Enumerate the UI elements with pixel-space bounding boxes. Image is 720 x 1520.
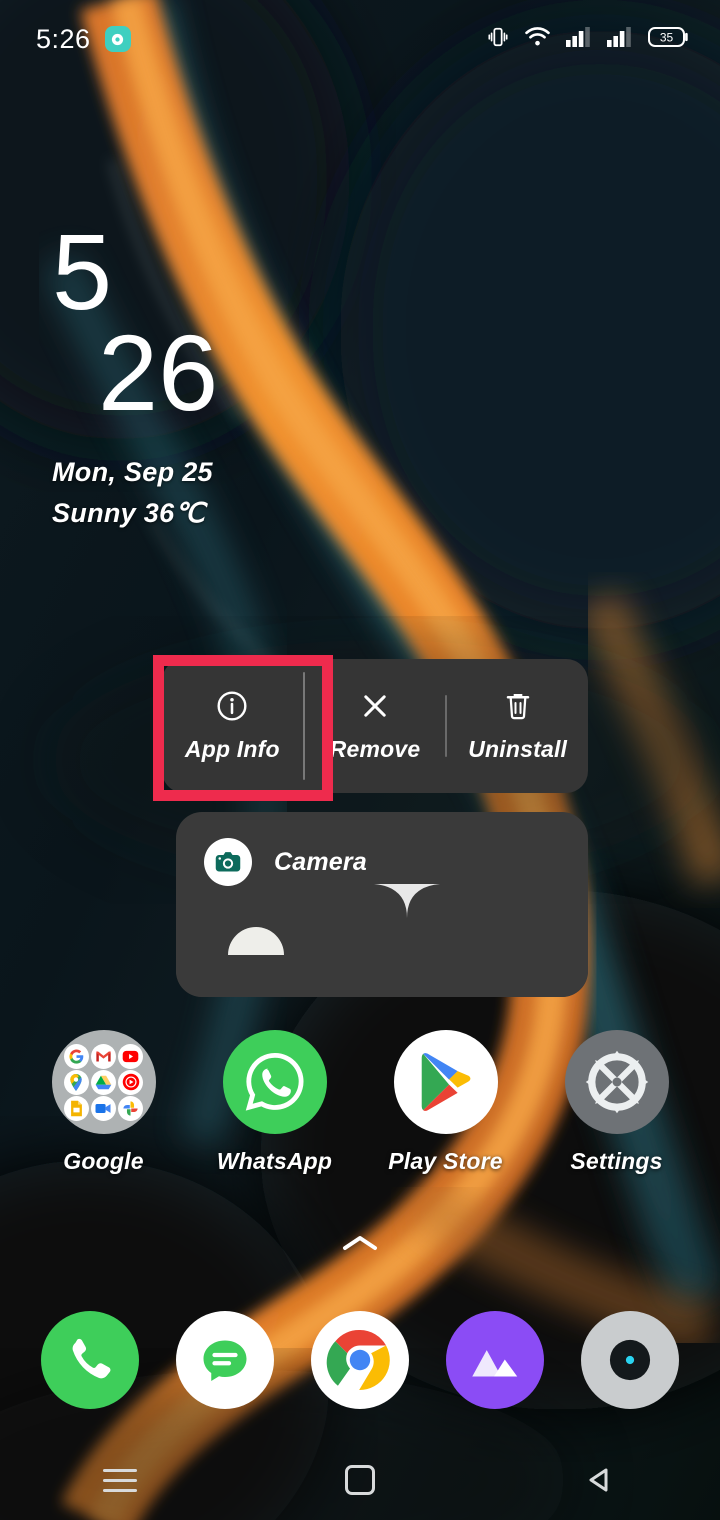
- navigation-bar: [0, 1440, 720, 1520]
- context-menu-bar: App Info Remove Uninstall: [162, 659, 588, 793]
- mini-icon-meet: [90, 1095, 116, 1121]
- dock-bar: [0, 1310, 720, 1410]
- popup-sheet-tail: [176, 955, 588, 997]
- camera-icon: [204, 838, 252, 886]
- app-icon-whatsapp[interactable]: WhatsApp: [200, 1030, 350, 1175]
- info-circle-icon: [215, 689, 249, 723]
- app-icon-play-store[interactable]: Play Store: [371, 1030, 521, 1175]
- app-icon-settings[interactable]: Settings: [542, 1030, 692, 1175]
- status-bar-clock: 5:26: [36, 23, 91, 54]
- app-label-settings: Settings: [570, 1148, 663, 1174]
- trash-icon: [503, 689, 533, 723]
- signal-sim2-icon: [607, 26, 633, 53]
- mini-icon-drive: [90, 1069, 116, 1095]
- triangle-back-icon[interactable]: [555, 1450, 645, 1510]
- phone-icon[interactable]: [40, 1311, 139, 1409]
- camera-popup-label: Camera: [274, 847, 367, 876]
- clock-widget[interactable]: 5 26 Mon, Sep 25 Sunny 36℃: [52, 211, 219, 529]
- clock-date: Mon, Sep 25: [52, 456, 213, 487]
- mini-icon-slides: [63, 1095, 89, 1121]
- svg-text:35: 35: [660, 30, 674, 44]
- location-icon: [104, 26, 131, 52]
- camera-lens-icon[interactable]: [581, 1311, 680, 1409]
- close-x-icon: [358, 689, 392, 723]
- app-label-play-store: Play Store: [388, 1148, 503, 1174]
- app-label-whatsapp: WhatsApp: [216, 1148, 333, 1174]
- status-bar-left: 5:26: [36, 24, 131, 55]
- mini-icon-maps: [63, 1069, 89, 1095]
- settings-gear-icon: [564, 1030, 669, 1134]
- wifi-icon: [524, 26, 551, 53]
- signal-sim1-icon: [566, 26, 592, 53]
- app-info-label: App Info: [184, 736, 280, 762]
- messages-icon[interactable]: [175, 1311, 274, 1409]
- status-bar-right: 35: [487, 25, 690, 54]
- status-bar: 5:26 35: [0, 0, 720, 78]
- app-label-google: Google: [63, 1148, 144, 1174]
- chevron-up-icon[interactable]: [341, 1233, 379, 1258]
- mini-icon-yt-music: [118, 1069, 144, 1095]
- google-folder-icon: [51, 1030, 156, 1134]
- uninstall-button[interactable]: Uninstall: [447, 659, 588, 793]
- battery-icon: 35: [648, 25, 690, 54]
- chrome-icon[interactable]: [310, 1311, 409, 1409]
- vibrate-icon: [487, 25, 509, 54]
- clock-hour: 5: [52, 211, 113, 332]
- mini-icon-youtube: [118, 1043, 144, 1069]
- clock-minute: 26: [98, 312, 219, 434]
- clock-weather: Sunny 36℃: [52, 497, 206, 528]
- render-artifact-triangle-top: [374, 884, 440, 918]
- camera-popup-header: Camera: [176, 812, 588, 886]
- square-icon[interactable]: [315, 1450, 405, 1510]
- uninstall-label: Uninstall: [468, 736, 568, 762]
- play-store-icon: [393, 1030, 498, 1134]
- whatsapp-icon: [222, 1030, 327, 1134]
- remove-button[interactable]: Remove: [305, 659, 446, 793]
- app-info-button[interactable]: App Info: [162, 659, 303, 793]
- mini-icon-gmail: [90, 1043, 116, 1069]
- mini-icon-google: [63, 1043, 89, 1069]
- menu-lines-icon[interactable]: [75, 1450, 165, 1510]
- home-app-grid: Google WhatsApp Play Store Settings: [0, 1030, 720, 1190]
- mini-icon-photos: [118, 1095, 144, 1121]
- remove-label: Remove: [329, 736, 421, 762]
- app-icon-google-folder[interactable]: Google: [29, 1030, 179, 1175]
- gallery-icon[interactable]: [446, 1311, 545, 1409]
